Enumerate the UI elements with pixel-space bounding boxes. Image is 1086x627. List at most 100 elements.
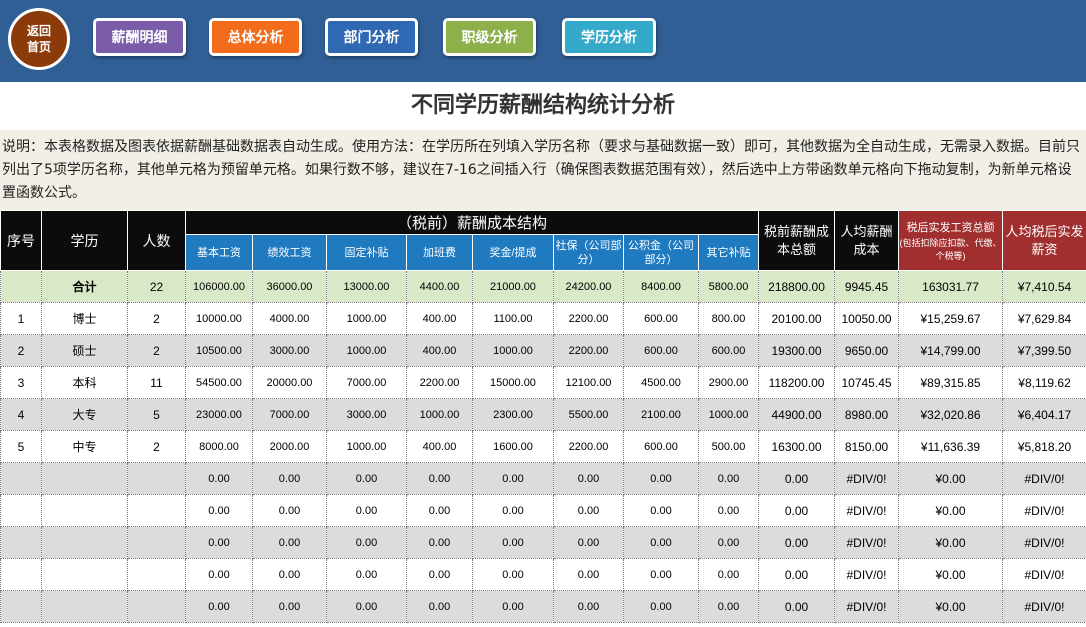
index-cell[interactable]: 5 xyxy=(0,430,42,463)
total-label-cell[interactable]: 合计 xyxy=(41,270,128,303)
nav-button-salary-detail[interactable]: 薪酬明细 xyxy=(93,18,186,56)
value-cell[interactable]: 0.00 xyxy=(252,590,327,623)
value-cell[interactable]: 0.00 xyxy=(697,494,760,527)
index-cell[interactable] xyxy=(0,494,42,527)
value-cell[interactable]: 4000.00 xyxy=(252,302,327,335)
value-cell[interactable]: #DIV/0! xyxy=(1002,526,1086,559)
count-cell[interactable] xyxy=(127,462,186,495)
value-cell[interactable]: 0.00 xyxy=(406,494,473,527)
value-cell[interactable]: 0.00 xyxy=(697,462,760,495)
count-cell[interactable] xyxy=(127,494,186,527)
value-cell[interactable]: 0.00 xyxy=(472,590,554,623)
count-cell[interactable] xyxy=(127,526,186,559)
value-cell[interactable]: #DIV/0! xyxy=(1002,590,1086,623)
value-cell[interactable]: 400.00 xyxy=(406,430,473,463)
value-cell[interactable]: 9650.00 xyxy=(834,334,900,367)
value-cell[interactable]: 1000.00 xyxy=(406,398,473,431)
value-cell[interactable]: ¥11,636.39 xyxy=(898,430,1004,463)
value-cell[interactable]: #DIV/0! xyxy=(834,558,900,591)
value-cell[interactable]: ¥14,799.00 xyxy=(898,334,1004,367)
count-cell[interactable] xyxy=(127,590,186,623)
value-cell[interactable]: 0.00 xyxy=(326,590,407,623)
value-cell[interactable]: 0.00 xyxy=(697,590,760,623)
value-cell[interactable]: 600.00 xyxy=(623,302,699,335)
value-cell[interactable]: 1000.00 xyxy=(326,430,407,463)
value-cell[interactable]: 19300.00 xyxy=(758,334,836,367)
value-cell[interactable]: 0.00 xyxy=(185,558,253,591)
value-cell[interactable]: ¥0.00 xyxy=(898,526,1004,559)
value-cell[interactable]: 0.00 xyxy=(553,462,624,495)
education-cell[interactable]: 硕士 xyxy=(41,334,128,367)
value-cell[interactable]: 0.00 xyxy=(553,558,624,591)
value-cell[interactable]: 0.00 xyxy=(623,494,699,527)
education-cell[interactable] xyxy=(41,526,128,559)
education-cell[interactable]: 大专 xyxy=(41,398,128,431)
value-cell[interactable]: 500.00 xyxy=(697,430,760,463)
value-cell[interactable]: 0.00 xyxy=(758,558,836,591)
index-cell[interactable]: 3 xyxy=(0,366,42,399)
education-cell[interactable]: 中专 xyxy=(41,430,128,463)
value-cell[interactable]: 0.00 xyxy=(472,558,554,591)
value-cell[interactable]: 8400.00 xyxy=(623,270,699,303)
value-cell[interactable]: 8000.00 xyxy=(185,430,253,463)
value-cell[interactable]: 10000.00 xyxy=(185,302,253,335)
value-cell[interactable]: #DIV/0! xyxy=(834,526,900,559)
value-cell[interactable]: 1000.00 xyxy=(697,398,760,431)
value-cell[interactable]: 600.00 xyxy=(623,430,699,463)
value-cell[interactable]: #DIV/0! xyxy=(1002,558,1086,591)
value-cell[interactable]: 0.00 xyxy=(472,526,554,559)
value-cell[interactable]: ¥7,629.84 xyxy=(1002,302,1086,335)
index-cell[interactable] xyxy=(0,462,42,495)
value-cell[interactable]: 3000.00 xyxy=(252,334,327,367)
value-cell[interactable]: 400.00 xyxy=(406,302,473,335)
index-cell[interactable]: 1 xyxy=(0,302,42,335)
value-cell[interactable]: 54500.00 xyxy=(185,366,253,399)
value-cell[interactable]: 0.00 xyxy=(185,462,253,495)
value-cell[interactable]: 800.00 xyxy=(697,302,760,335)
value-cell[interactable]: 7000.00 xyxy=(326,366,407,399)
value-cell[interactable]: 0.00 xyxy=(758,462,836,495)
value-cell[interactable]: 0.00 xyxy=(185,526,253,559)
education-cell[interactable] xyxy=(41,558,128,591)
value-cell[interactable]: ¥0.00 xyxy=(898,494,1004,527)
value-cell[interactable]: 23000.00 xyxy=(185,398,253,431)
value-cell[interactable]: 21000.00 xyxy=(472,270,554,303)
value-cell[interactable]: 0.00 xyxy=(553,494,624,527)
value-cell[interactable]: 0.00 xyxy=(252,558,327,591)
value-cell[interactable]: 0.00 xyxy=(697,558,760,591)
value-cell[interactable]: 0.00 xyxy=(697,526,760,559)
value-cell[interactable]: #DIV/0! xyxy=(1002,494,1086,527)
value-cell[interactable]: 118200.00 xyxy=(758,366,836,399)
value-cell[interactable]: 0.00 xyxy=(623,462,699,495)
value-cell[interactable]: #DIV/0! xyxy=(1002,462,1086,495)
value-cell[interactable]: 12100.00 xyxy=(553,366,624,399)
value-cell[interactable]: 2200.00 xyxy=(406,366,473,399)
value-cell[interactable]: 10745.45 xyxy=(834,366,900,399)
value-cell[interactable]: 0.00 xyxy=(252,494,327,527)
value-cell[interactable]: 2200.00 xyxy=(553,334,624,367)
count-cell[interactable]: 2 xyxy=(127,430,186,463)
value-cell[interactable]: ¥8,119.62 xyxy=(1002,366,1086,399)
value-cell[interactable]: ¥89,315.85 xyxy=(898,366,1004,399)
value-cell[interactable]: #DIV/0! xyxy=(834,590,900,623)
value-cell[interactable]: 8980.00 xyxy=(834,398,900,431)
value-cell[interactable]: 0.00 xyxy=(758,526,836,559)
value-cell[interactable]: 1000.00 xyxy=(326,334,407,367)
education-cell[interactable]: 博士 xyxy=(41,302,128,335)
value-cell[interactable]: ¥6,404.17 xyxy=(1002,398,1086,431)
index-cell[interactable] xyxy=(0,590,42,623)
value-cell[interactable]: 20000.00 xyxy=(252,366,327,399)
value-cell[interactable]: 10050.00 xyxy=(834,302,900,335)
value-cell[interactable]: 0.00 xyxy=(623,558,699,591)
education-cell[interactable] xyxy=(41,590,128,623)
index-cell[interactable] xyxy=(0,558,42,591)
value-cell[interactable]: 600.00 xyxy=(697,334,760,367)
value-cell[interactable]: 0.00 xyxy=(326,526,407,559)
nav-button-education-analysis[interactable]: 学历分析 xyxy=(562,18,656,56)
value-cell[interactable]: 400.00 xyxy=(406,334,473,367)
nav-button-department-analysis[interactable]: 部门分析 xyxy=(325,18,418,56)
value-cell[interactable]: ¥15,259.67 xyxy=(898,302,1004,335)
count-cell[interactable]: 11 xyxy=(127,366,186,399)
value-cell[interactable]: 0.00 xyxy=(406,462,473,495)
value-cell[interactable]: ¥0.00 xyxy=(898,558,1004,591)
